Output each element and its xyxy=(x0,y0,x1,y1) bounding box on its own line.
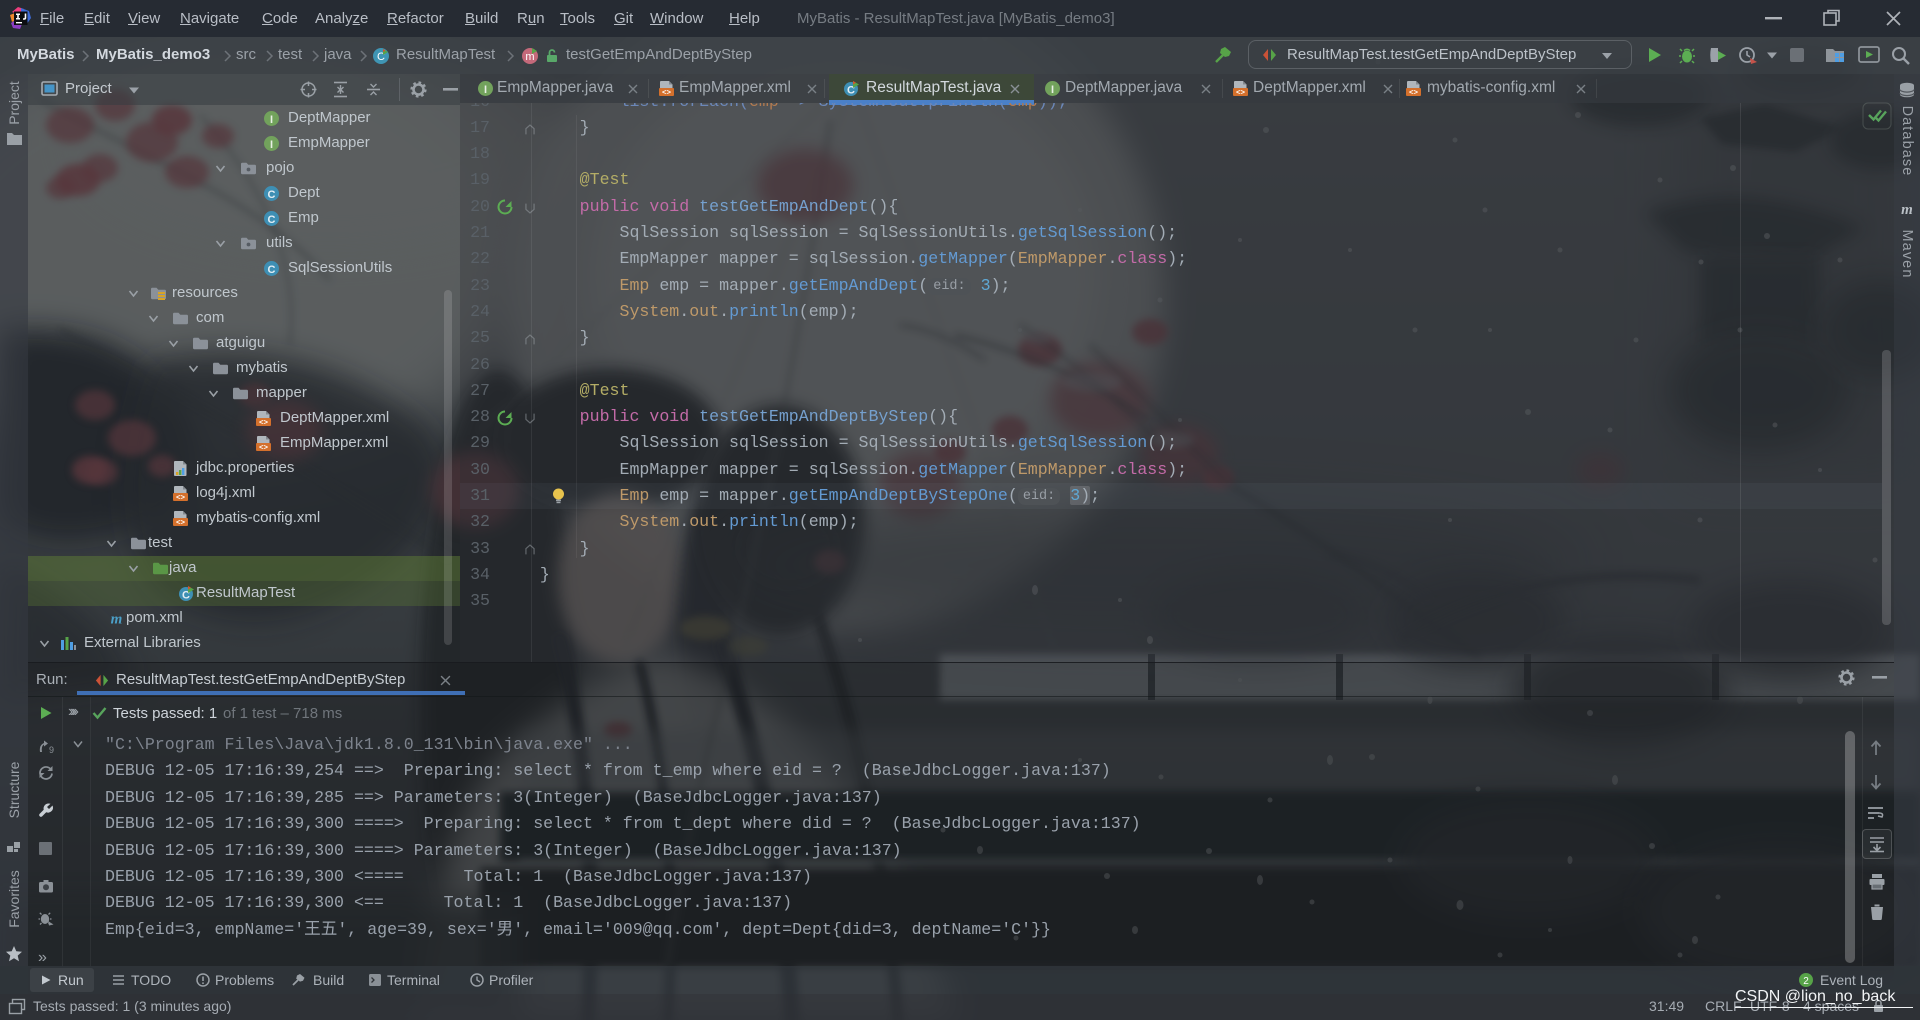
svg-text:2: 2 xyxy=(1803,976,1809,987)
svg-text:m: m xyxy=(1901,202,1913,218)
svg-text:9: 9 xyxy=(49,745,54,755)
